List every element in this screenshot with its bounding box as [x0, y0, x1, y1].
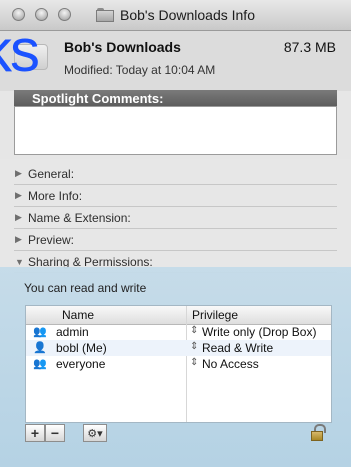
permissions-summary: You can read and write — [24, 281, 147, 295]
everyone-icon: 👥 — [33, 358, 47, 370]
window-title-group: Bob's Downloads Info — [96, 6, 255, 24]
window-title: Bob's Downloads Info — [120, 7, 255, 23]
updown-icon: ⇕ — [190, 357, 199, 368]
folder-icon — [96, 8, 114, 22]
overlay-text: ks — [0, 17, 40, 84]
disclosure-triangle-icon: ▼ — [15, 256, 24, 267]
privilege-value: Write only (Drop Box) — [202, 325, 317, 339]
remove-user-button[interactable]: − — [45, 424, 65, 442]
section-label: Preview: — [28, 232, 75, 247]
table-row[interactable]: 👥 admin ⇕ Write only (Drop Box) — [26, 324, 331, 340]
privilege-select[interactable]: ⇕ Write only (Drop Box) — [190, 325, 316, 339]
group-users-icon: 👥 — [33, 326, 47, 338]
user-name: admin — [56, 325, 89, 339]
zoom-button[interactable] — [58, 8, 71, 21]
permissions-table: Name Privilege 👥 admin ⇕ Write only (Dro… — [25, 305, 332, 423]
table-row[interactable]: 👥 everyone ⇕ No Access — [26, 356, 331, 372]
updown-icon: ⇕ — [190, 341, 199, 352]
section-general[interactable]: ▶ General: — [14, 163, 337, 185]
section-name-extension[interactable]: ▶ Name & Extension: — [14, 207, 337, 229]
lock-icon[interactable] — [310, 424, 326, 442]
section-more-info[interactable]: ▶ More Info: — [14, 185, 337, 207]
permissions-footer: + − ⚙▾ — [25, 424, 332, 444]
section-label: General: — [28, 166, 75, 181]
column-name[interactable]: Name — [62, 308, 94, 322]
spotlight-comments-field[interactable] — [14, 106, 337, 155]
table-row[interactable]: 👤 bobl (Me) ⇕ Read & Write — [26, 340, 331, 356]
lock-body-icon — [311, 431, 323, 441]
disclosure-triangle-icon: ▶ — [15, 212, 22, 222]
info-window: Bob's Downloads Info Bob's Downloads 87.… — [0, 0, 351, 467]
section-label: Name & Extension: — [28, 210, 131, 225]
item-name: Bob's Downloads — [64, 39, 181, 55]
user-name: everyone — [56, 357, 106, 371]
table-header: Name Privilege — [26, 306, 331, 325]
privilege-select[interactable]: ⇕ No Access — [190, 357, 259, 371]
privilege-select[interactable]: ⇕ Read & Write — [190, 341, 273, 355]
privilege-value: Read & Write — [202, 341, 274, 355]
disclosure-triangle-icon: ▶ — [15, 168, 22, 178]
add-user-button[interactable]: + — [25, 424, 45, 442]
user-name: bobl (Me) — [56, 341, 107, 355]
modified-date: Modified: Today at 10:04 AM — [64, 63, 216, 77]
title-bar: Bob's Downloads Info — [0, 0, 351, 31]
user-icon: 👤 — [33, 342, 47, 354]
spotlight-comments-label: Spotlight Comments: — [32, 91, 164, 106]
section-label: More Info: — [28, 188, 83, 203]
action-menu-button[interactable]: ⚙▾ — [83, 424, 107, 442]
info-sections-list: ▶ General: ▶ More Info: ▶ Name & Extensi… — [14, 163, 337, 273]
disclosure-triangle-icon: ▶ — [15, 190, 22, 200]
privilege-value: No Access — [202, 357, 259, 371]
updown-icon: ⇕ — [190, 325, 199, 336]
section-preview[interactable]: ▶ Preview: — [14, 229, 337, 251]
item-size: 87.3 MB — [283, 39, 336, 55]
column-privilege[interactable]: Privilege — [192, 308, 238, 322]
disclosure-triangle-icon: ▶ — [15, 234, 22, 244]
